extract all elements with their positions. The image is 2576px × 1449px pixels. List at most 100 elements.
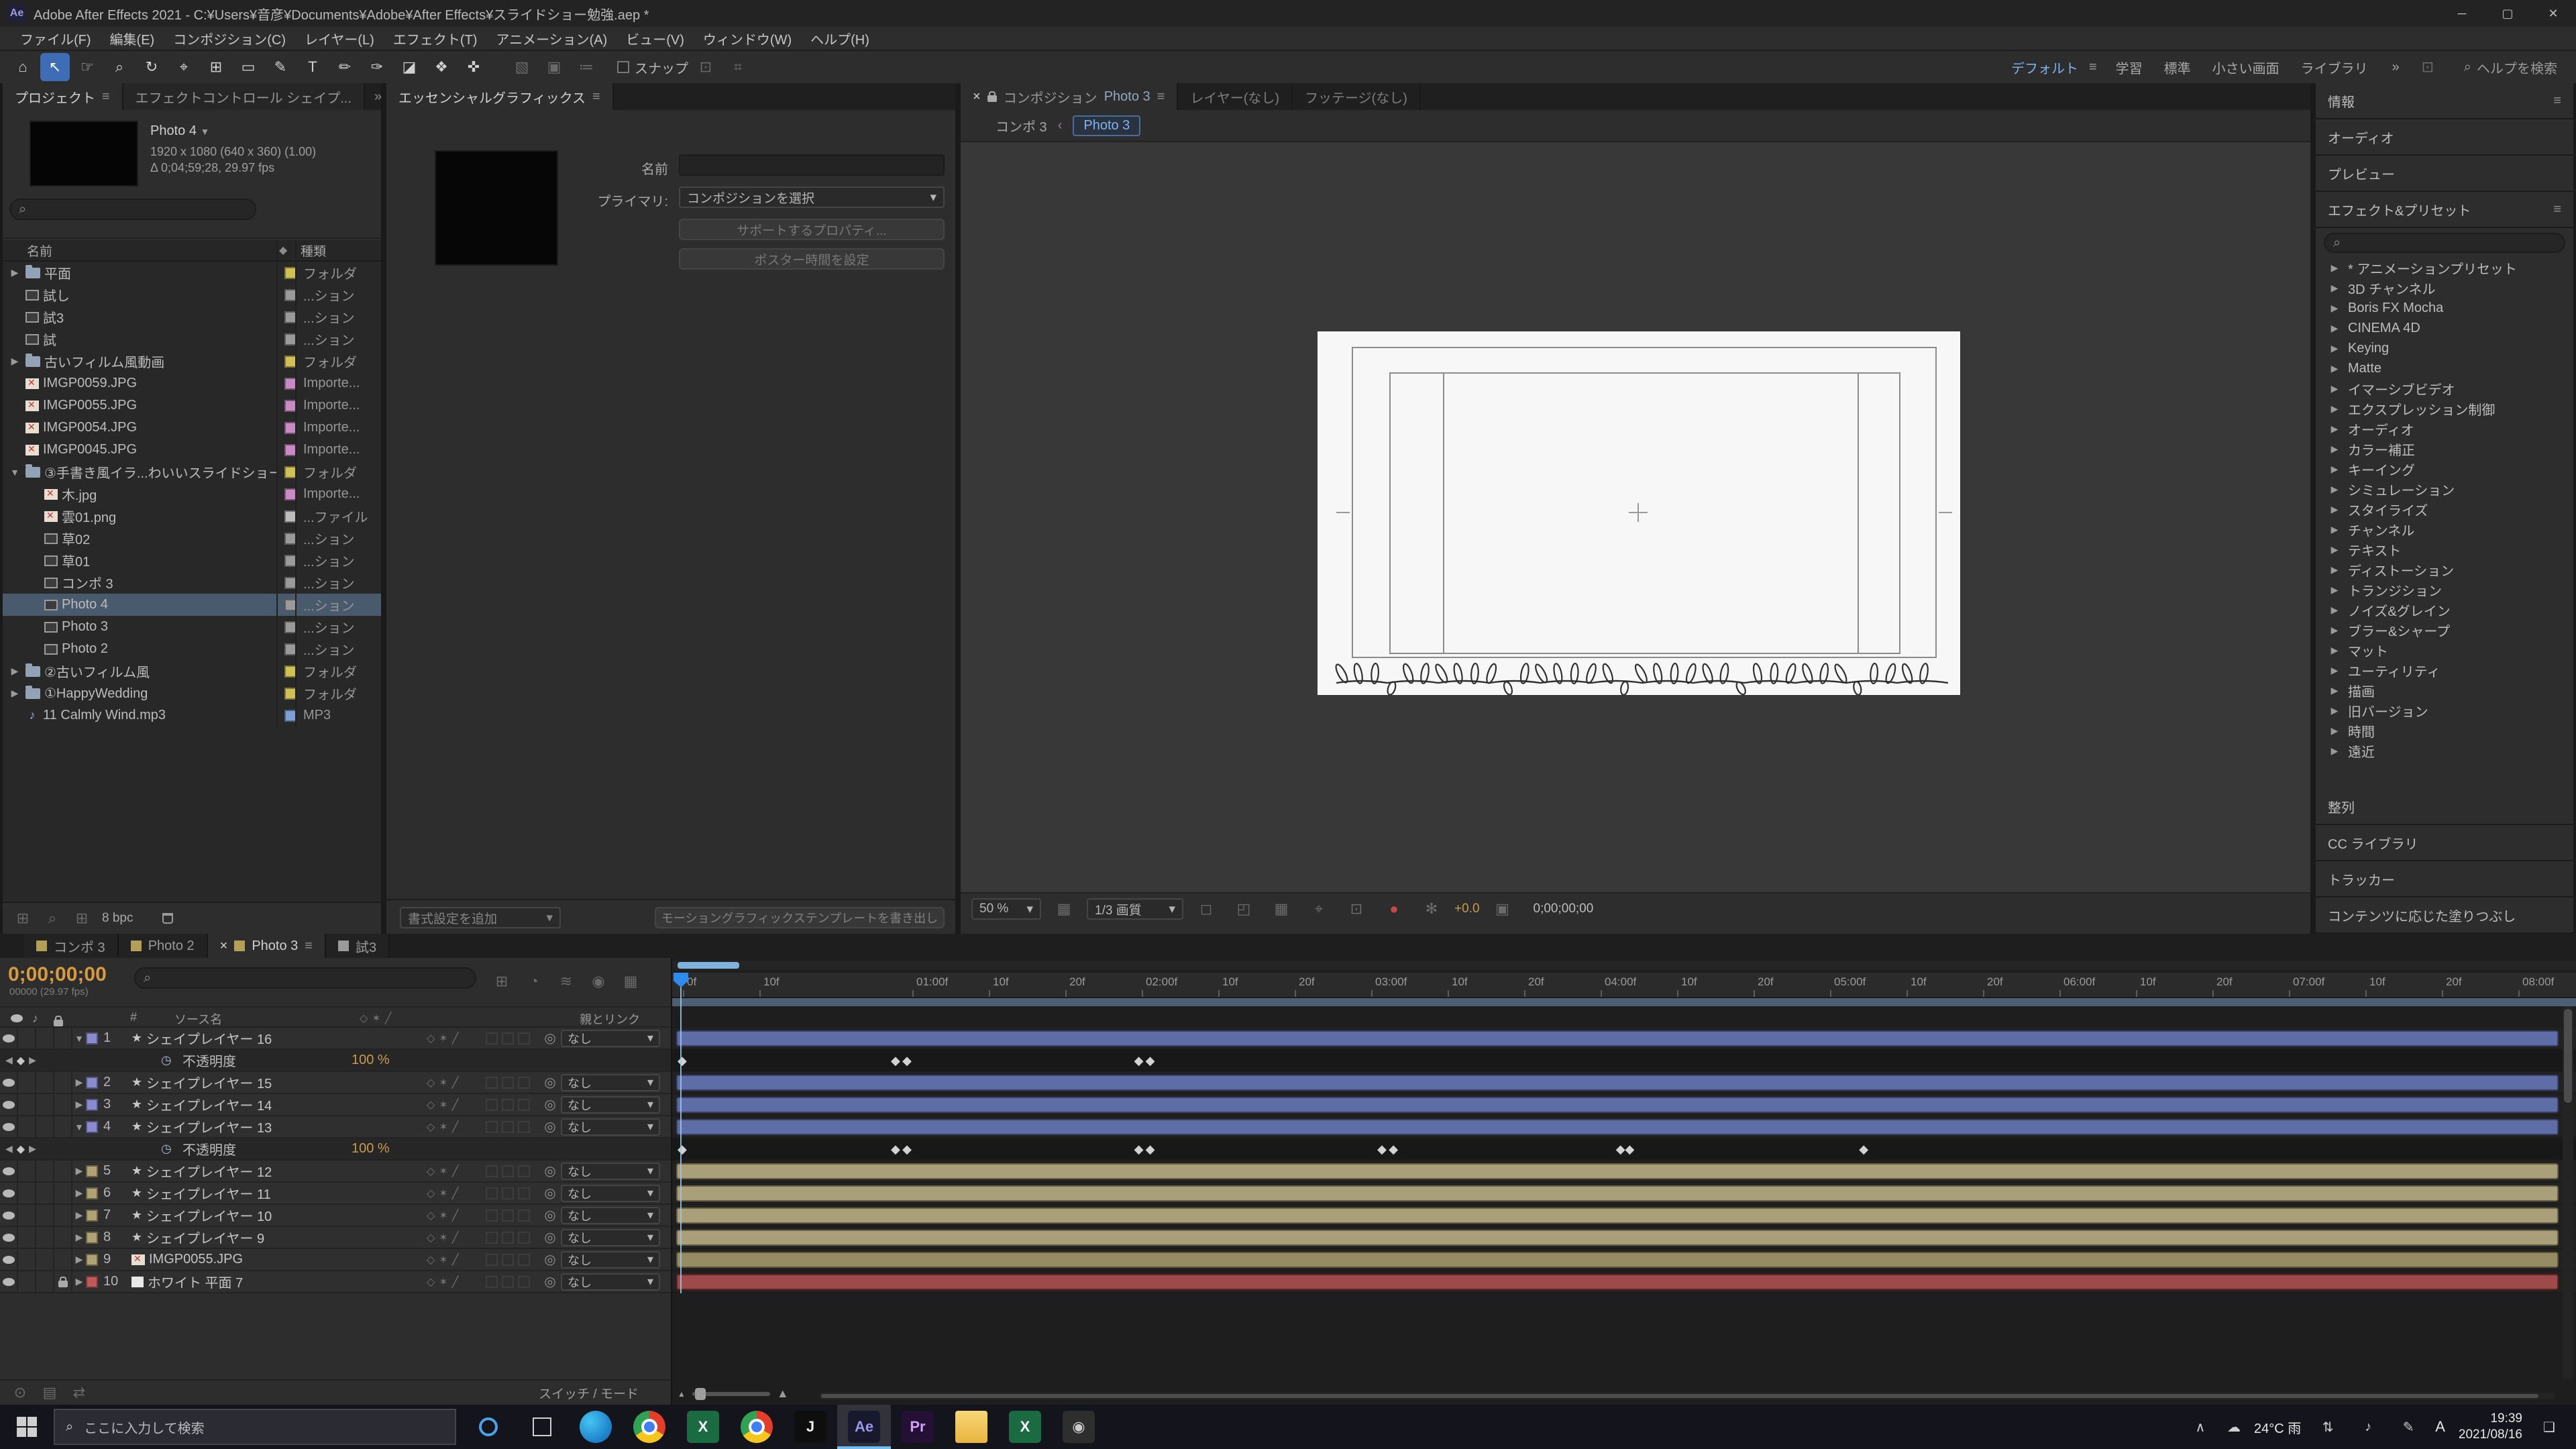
expand-icon[interactable]: ▶ (72, 1099, 86, 1110)
layer-switches[interactable]: ◇✶╱ (427, 1120, 486, 1134)
keyframe-icon[interactable]: ◆ (1859, 1142, 1868, 1157)
expand-icon[interactable]: ▶ (2328, 645, 2341, 656)
keyframe-icon[interactable]: ◆ (891, 1054, 900, 1068)
expand-icon[interactable]: ▶ (2328, 262, 2341, 274)
layer-duration-bar-row[interactable] (672, 1028, 2576, 1050)
expand-icon[interactable]: ▶ (2328, 323, 2341, 334)
panel-align[interactable]: 整列 (2316, 789, 2573, 824)
zoom-tool-icon[interactable]: ⌕ (105, 53, 134, 81)
layer-row[interactable]: ▶10ホワイト 平面 7◇✶╱◎なし▾ (0, 1271, 671, 1293)
keyframe-icon[interactable]: ◆ (902, 1142, 912, 1157)
effects-category[interactable]: ▶シミュレーション (2316, 479, 2573, 499)
roto-brush-tool-icon[interactable]: ❖ (427, 53, 456, 81)
project-item[interactable]: 試し...ション (3, 284, 381, 306)
expand-icon[interactable]: ▶ (2328, 745, 2341, 757)
layer-switches[interactable]: ◇✶╱ (427, 1275, 486, 1289)
label-column-icon[interactable]: ◆ (279, 244, 287, 257)
taskbar-app-explorer[interactable] (945, 1405, 998, 1449)
kf-prev-icon[interactable]: ◀ (5, 1055, 13, 1066)
layer-visibility-toggle[interactable] (0, 1271, 18, 1292)
layer-audio-toggle[interactable] (18, 1028, 36, 1049)
expand-layer-switches-icon[interactable]: ⊙ (11, 1379, 30, 1407)
timeline-search-input[interactable]: ⌕ (134, 967, 476, 989)
effects-presets-panel-header[interactable]: エフェクト&プリセット ≡ (2316, 192, 2573, 227)
toolbar-extra-icon-1[interactable]: ▧ (507, 53, 537, 81)
keyframe-icon[interactable]: ◆ (1625, 1142, 1634, 1157)
project-tab-2[interactable]: エフェクトコントロール シェイプ... (123, 83, 365, 110)
layer-solo-toggle[interactable] (36, 1227, 54, 1248)
parent-pickwhip-icon[interactable]: ◎ (539, 1273, 561, 1290)
layer-name[interactable]: ホワイト 平面 7 (148, 1272, 427, 1291)
effects-category[interactable]: ▶時間 (2316, 720, 2573, 741)
effects-category[interactable]: ▶キーイング (2316, 459, 2573, 479)
expand-icon[interactable]: ▶ (2328, 504, 2341, 515)
property-value[interactable]: 100 % (352, 1141, 390, 1157)
expand-icon[interactable]: ▶ (2328, 282, 2341, 294)
keyframe-navigator[interactable]: ◀ ◆ ▶ (5, 1050, 36, 1071)
layer-lock-toggle[interactable] (54, 1116, 72, 1137)
expand-icon[interactable]: ▶ (2328, 584, 2341, 596)
zoom-level-dropdown[interactable]: 50 %▾ (971, 898, 1041, 920)
expand-icon[interactable]: ▶ (2328, 564, 2341, 576)
keyframe-toggle-icon[interactable]: ◆ (17, 1142, 25, 1156)
expand-icon[interactable]: ▶ (2328, 685, 2341, 696)
column-header-type[interactable]: 種類 (301, 241, 326, 260)
selection-tool-icon[interactable]: ↖ (40, 53, 70, 81)
graph-editor-icon[interactable]: ▦ (616, 967, 645, 996)
layer-audio-toggle[interactable] (18, 1205, 36, 1226)
transparency-grid-icon[interactable]: ▦ (1267, 895, 1296, 923)
ime-mode-indicator[interactable]: A (2435, 1418, 2445, 1436)
video-column-eye-icon[interactable] (11, 1014, 23, 1022)
project-item[interactable]: 試3...ション (3, 306, 381, 328)
snap-toggle[interactable]: スナップ (617, 58, 688, 77)
egp-export-button[interactable]: モーショングラフィックステンプレートを書き出し (655, 907, 945, 928)
expand-icon[interactable]: ▶ (2328, 484, 2341, 495)
taskbar-app-chrome-secondary[interactable] (730, 1405, 784, 1449)
motion-blur-icon[interactable]: ◉ (584, 967, 613, 996)
parent-link-dropdown[interactable]: なし▾ (561, 1163, 660, 1180)
expand-icon[interactable]: ▶ (2328, 443, 2341, 455)
layer-solo-toggle[interactable] (36, 1249, 54, 1270)
keyframe-toggle-icon[interactable]: ◆ (17, 1054, 25, 1067)
layer-solo-toggle[interactable] (36, 1205, 54, 1226)
expand-icon[interactable]: ▶ (8, 688, 21, 699)
collapse-icon[interactable]: ▼ (72, 1033, 86, 1044)
panel-content-aware-fill[interactable]: コンテンツに応じた塗りつぶし (2316, 898, 2573, 932)
layer-duration-bar[interactable] (676, 1185, 2559, 1201)
keyframe-icon[interactable]: ◆ (1134, 1142, 1144, 1157)
work-area-bar[interactable] (672, 998, 2576, 1006)
layer-duration-bar[interactable] (676, 1208, 2559, 1224)
parent-pickwhip-icon[interactable]: ◎ (539, 1229, 561, 1246)
effects-category[interactable]: ▶マット (2316, 640, 2573, 660)
panel-menu-icon[interactable]: ≡ (2553, 93, 2561, 109)
expand-icon[interactable]: ▶ (72, 1165, 86, 1177)
menu-help[interactable]: ヘルプ(H) (801, 29, 879, 48)
parent-link-dropdown[interactable]: なし▾ (561, 1229, 660, 1246)
panel-menu-icon[interactable]: ≡ (305, 938, 313, 954)
layer-lock-toggle[interactable] (54, 1227, 72, 1248)
layer-switches[interactable]: ◇✶╱ (427, 1187, 486, 1200)
new-folder-icon[interactable]: ⊞ (72, 904, 91, 932)
kf-next-icon[interactable]: ▶ (29, 1055, 36, 1066)
timeline-navigator[interactable] (672, 961, 2576, 970)
layer-audio-toggle[interactable] (18, 1271, 36, 1292)
layer-solo-toggle[interactable] (36, 1094, 54, 1115)
layer-solo-toggle[interactable] (36, 1028, 54, 1049)
layer-lock-toggle[interactable] (54, 1183, 72, 1203)
panel-menu-icon[interactable]: ≡ (2553, 202, 2561, 217)
taskbar-app-capture[interactable]: ◉ (1052, 1405, 1106, 1449)
keyframe-navigator[interactable]: ◀◆▶ (5, 1138, 36, 1159)
pen-input-icon[interactable]: ✎ (2395, 1419, 2422, 1436)
layer-name[interactable]: IMGP0055.JPG (149, 1252, 427, 1267)
taskbar-app-after-effects[interactable]: Ae (837, 1405, 891, 1449)
menu-file[interactable]: ファイル(F) (11, 29, 101, 48)
parent-pickwhip-icon[interactable]: ◎ (539, 1251, 561, 1268)
parent-link-dropdown[interactable]: なし▾ (561, 1118, 660, 1136)
composition-viewer[interactable] (961, 142, 2310, 892)
expand-icon[interactable]: ▶ (8, 356, 21, 367)
layer-solo-toggle[interactable] (36, 1271, 54, 1292)
breadcrumb-parent[interactable]: コンポ 3 (996, 116, 1047, 136)
column-header-name[interactable]: 名前 (3, 241, 52, 260)
layer-switches[interactable]: ◇✶╱ (427, 1076, 486, 1089)
project-item[interactable]: 草02...ション (3, 527, 381, 549)
